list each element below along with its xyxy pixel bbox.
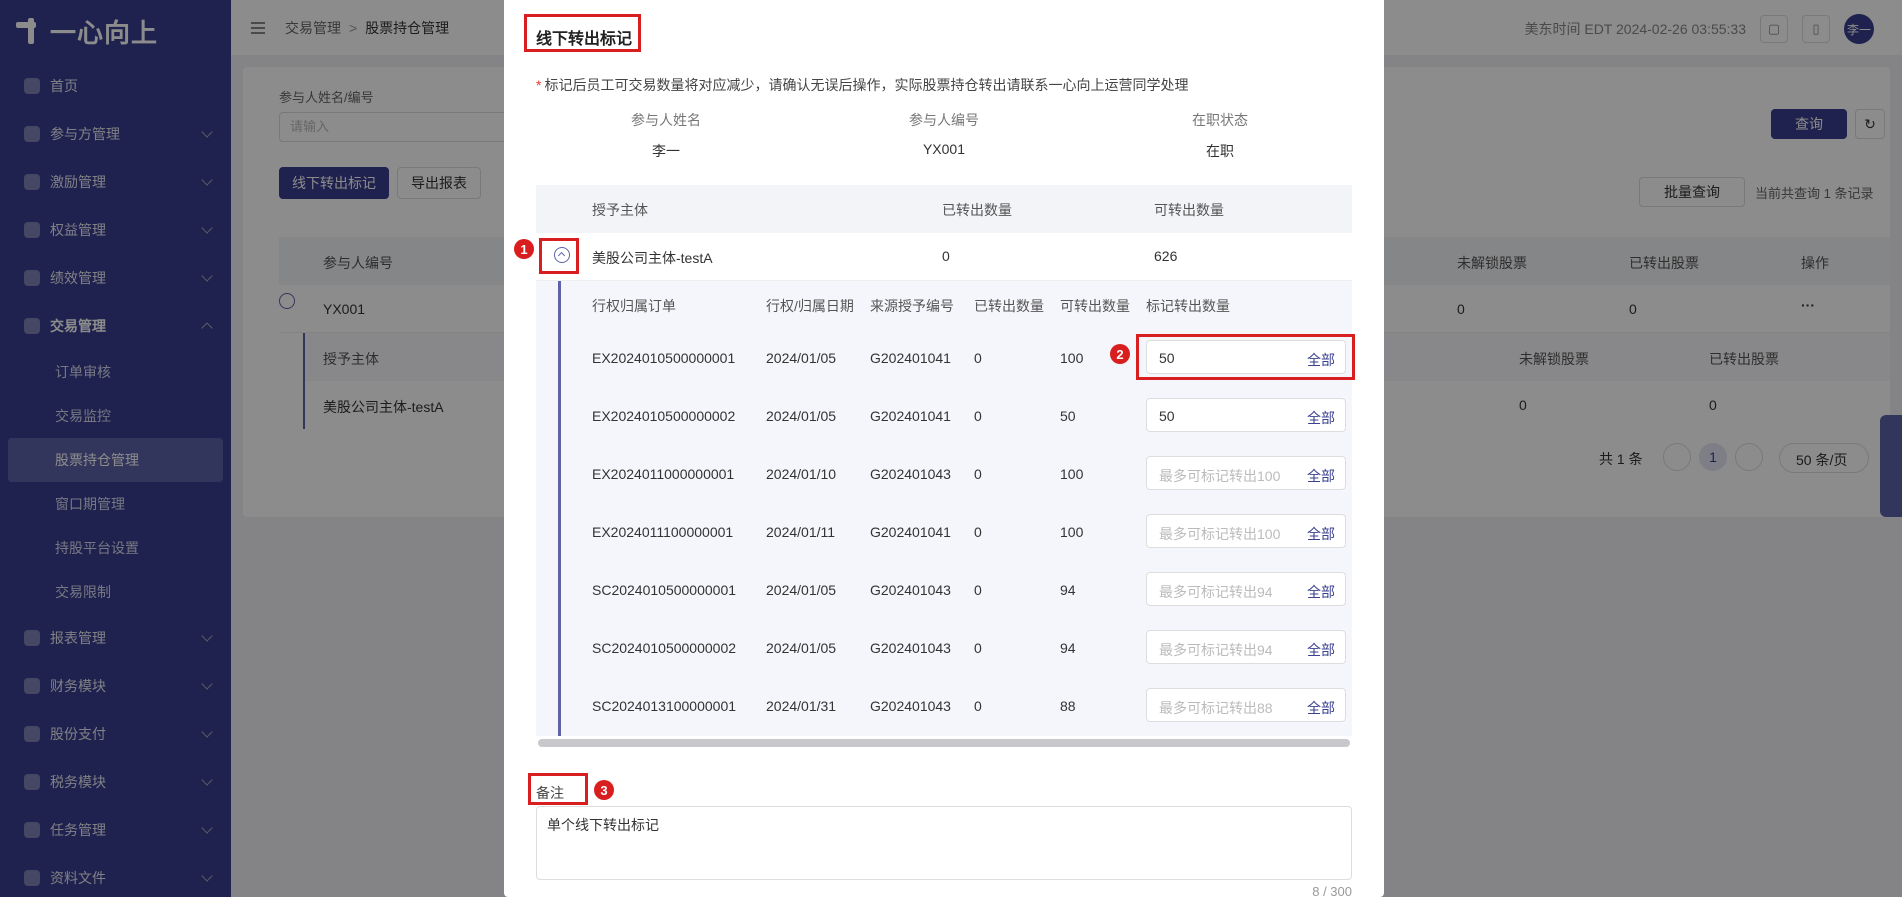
order-col-grant: 来源授予编号: [870, 298, 954, 314]
info-value-name: 李一: [652, 143, 680, 159]
info-label-name: 参与人姓名: [631, 112, 701, 128]
order-col-available: 可转出数量: [1060, 298, 1130, 314]
grant-entity: 美股公司主体-testA: [592, 250, 713, 266]
info-value-id: YX001: [922, 141, 966, 157]
grant-col-transferred: 已转出数量: [942, 202, 1012, 218]
order-row: SC2024013100000001 2024/01/31 G202401043…: [536, 677, 1352, 735]
modal-title: 线下转出标记: [536, 31, 633, 48]
mark-quantity-value: 50: [1159, 408, 1175, 424]
grant-row: 美股公司主体-testA 0 626: [536, 233, 1352, 281]
order-date: 2024/01/10: [766, 466, 837, 482]
order-id: EX2024011000000001: [592, 466, 735, 482]
mark-quantity-placeholder: 最多可标记转出94: [1159, 642, 1273, 658]
order-col-mark: 标记转出数量: [1146, 298, 1230, 314]
order-id: SC2024010500000002: [592, 640, 737, 656]
modal-notice-text: 标记后员工可交易数量将对应减少，请确认无误后操作，实际股票持仓转出请联系一心向上…: [544, 77, 1189, 93]
order-id: SC2024013100000001: [592, 698, 737, 714]
annotation-3: 3: [594, 780, 614, 800]
order-transferred: 0: [974, 350, 982, 366]
order-date: 2024/01/31: [766, 698, 837, 714]
order-date: 2024/01/11: [766, 524, 836, 540]
mark-quantity-placeholder: 最多可标记转出100: [1159, 468, 1281, 484]
order-available: 88: [1060, 698, 1076, 714]
grant-transferred: 0: [942, 248, 950, 264]
info-label-id: 参与人编号: [909, 112, 979, 128]
order-date: 2024/01/05: [766, 640, 837, 656]
order-date: 2024/01/05: [766, 350, 837, 366]
grant-col-entity: 授予主体: [592, 202, 648, 218]
mark-quantity-placeholder: 最多可标记转出88: [1159, 700, 1273, 716]
order-grant: G202401043: [870, 582, 951, 598]
order-col-date: 行权/归属日期: [766, 298, 854, 314]
order-id: EX2024010500000001: [592, 350, 736, 366]
order-transferred: 0: [974, 698, 982, 714]
modal-notice: * 标记后员工可交易数量将对应减少，请确认无误后操作，实际股票持仓转出请联系一心向…: [536, 75, 1188, 95]
annotation-2: 2: [1110, 344, 1130, 364]
info-label-status: 在职状态: [1192, 112, 1248, 128]
grant-col-available: 可转出数量: [1154, 202, 1224, 218]
mark-quantity-placeholder: 最多可标记转出94: [1159, 584, 1273, 600]
order-row: SC2024010500000002 2024/01/05 G202401043…: [536, 619, 1352, 677]
remark-char-count: 8 / 300: [1312, 884, 1352, 897]
order-id: EX2024011100000001: [592, 524, 734, 540]
order-col-transferred: 已转出数量: [974, 298, 1044, 314]
fill-all-button[interactable]: 全部: [1307, 640, 1335, 660]
order-grant: G202401043: [870, 640, 951, 656]
highlight-box-expand: [539, 238, 579, 274]
mark-quantity-input[interactable]: 最多可标记转出94 全部: [1146, 630, 1346, 664]
order-available: 100: [1060, 350, 1084, 366]
fill-all-button[interactable]: 全部: [1307, 408, 1335, 428]
order-available: 50: [1060, 408, 1076, 424]
order-row: EX2024011000000001 2024/01/10 G202401043…: [536, 445, 1352, 503]
order-row: EX2024010500000002 2024/01/05 G202401041…: [536, 387, 1352, 445]
order-grant: G202401041: [870, 524, 951, 540]
order-id: EX2024010500000002: [592, 408, 736, 424]
order-grant: G202401043: [870, 466, 951, 482]
order-date: 2024/01/05: [766, 582, 837, 598]
order-date: 2024/01/05: [766, 408, 837, 424]
grant-table-header: 授予主体 已转出数量 可转出数量: [536, 185, 1352, 233]
order-transferred: 0: [974, 524, 982, 540]
mark-quantity-input[interactable]: 最多可标记转出100 全部: [1146, 514, 1346, 548]
mark-quantity-placeholder: 最多可标记转出100: [1159, 526, 1281, 542]
remark-textarea[interactable]: 单个线下转出标记: [536, 806, 1352, 880]
order-id: SC2024010500000001: [592, 582, 737, 598]
order-available: 100: [1060, 466, 1084, 482]
order-table-header: 行权归属订单 行权/归属日期 来源授予编号 已转出数量 可转出数量 标记转出数量: [536, 281, 1352, 329]
mark-quantity-input[interactable]: 50 全部: [1146, 398, 1346, 432]
horizontal-scrollbar[interactable]: [538, 739, 1350, 747]
order-transferred: 0: [974, 582, 982, 598]
remark-label: 备注: [536, 785, 564, 801]
mark-quantity-input[interactable]: 最多可标记转出94 全部: [1146, 572, 1346, 606]
order-grant: G202401041: [870, 350, 951, 366]
order-row: EX2024011100000001 2024/01/11 G202401041…: [536, 503, 1352, 561]
order-transferred: 0: [974, 466, 982, 482]
highlight-box-mark-input: [1136, 334, 1355, 380]
required-star: *: [536, 77, 542, 93]
mark-quantity-input[interactable]: 最多可标记转出100 全部: [1146, 456, 1346, 490]
order-transferred: 0: [974, 408, 982, 424]
order-row: SC2024010500000001 2024/01/05 G202401043…: [536, 561, 1352, 619]
order-available: 94: [1060, 640, 1076, 656]
annotation-1: 1: [514, 239, 534, 259]
grant-available: 626: [1154, 248, 1178, 264]
order-grant: G202401043: [870, 698, 951, 714]
fill-all-button[interactable]: 全部: [1307, 524, 1335, 544]
order-grant: G202401041: [870, 408, 951, 424]
fill-all-button[interactable]: 全部: [1307, 582, 1335, 602]
offline-transfer-modal: 线下转出标记 * 标记后员工可交易数量将对应减少，请确认无误后操作，实际股票持仓转…: [504, 0, 1384, 897]
order-col-order: 行权归属订单: [592, 298, 676, 314]
order-available: 100: [1060, 524, 1084, 540]
order-transferred: 0: [974, 640, 982, 656]
fill-all-button[interactable]: 全部: [1307, 466, 1335, 486]
mark-quantity-input[interactable]: 最多可标记转出88 全部: [1146, 688, 1346, 722]
order-available: 94: [1060, 582, 1076, 598]
info-value-status: 在职: [1206, 143, 1234, 159]
fill-all-button[interactable]: 全部: [1307, 698, 1335, 718]
